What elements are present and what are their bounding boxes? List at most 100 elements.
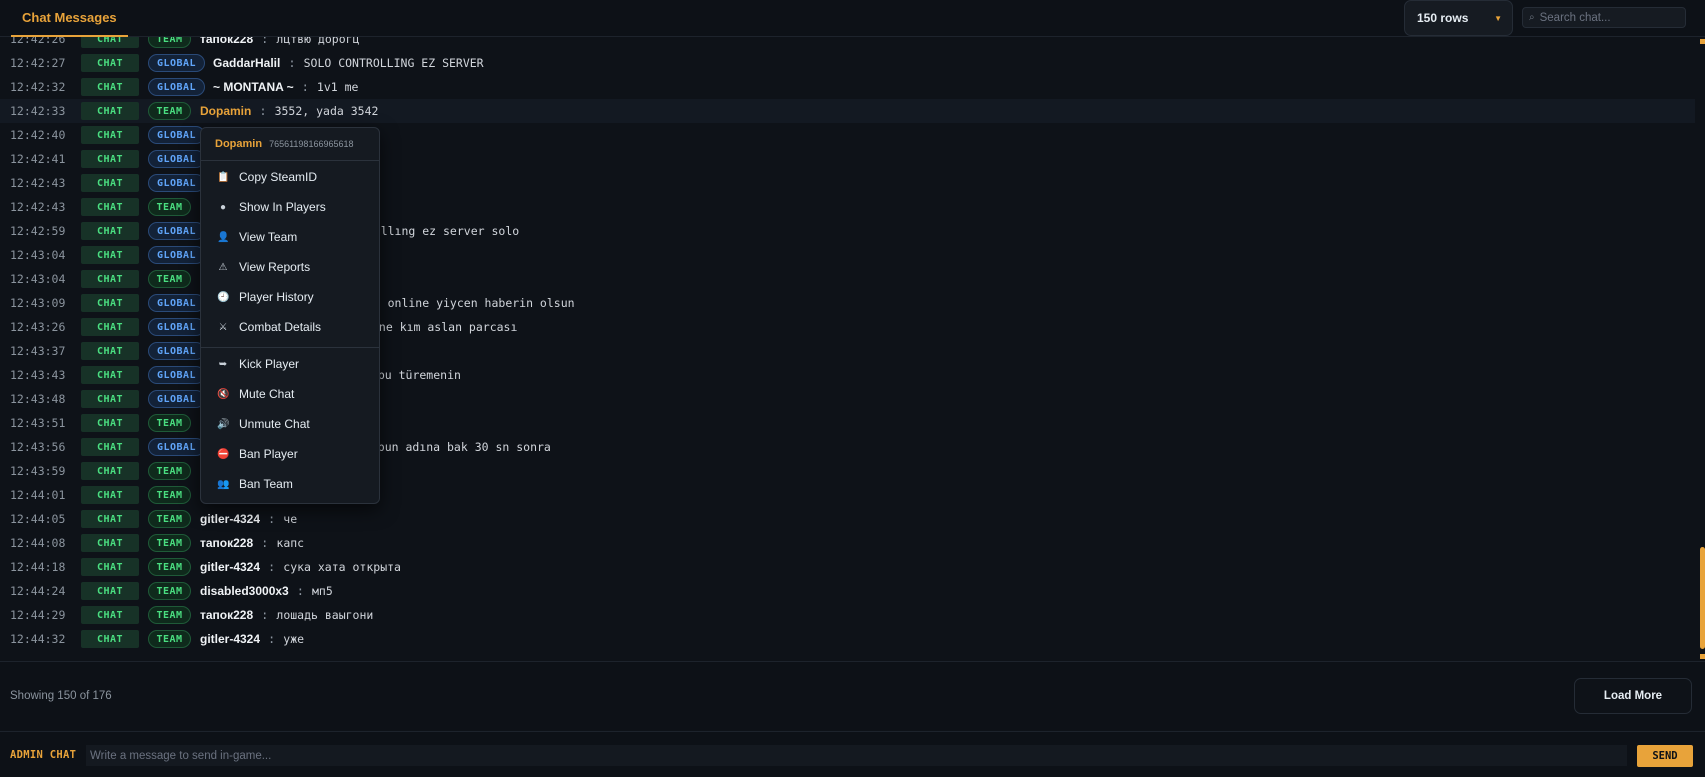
- chat-row[interactable]: 12:44:29 CHAT TEAM тапок228: лошадь ваыгони: [0, 603, 1695, 627]
- menu-item-mute-chat[interactable]: 🔇 Mute Chat: [201, 381, 379, 407]
- player-name-text: gitler-4324: [200, 632, 261, 646]
- message-time: 12:42:43: [10, 176, 66, 190]
- chat-row[interactable]: 12:42:33 CHAT TEAM Dopamin:3552, yada 3542: [0, 99, 1695, 123]
- separator: :: [268, 560, 276, 574]
- scope-badge: TEAM: [148, 534, 191, 552]
- scope-badge: TEAM: [148, 198, 191, 216]
- message-time: 12:42:41: [10, 152, 66, 166]
- context-player-name: Dopamin: [215, 138, 263, 150]
- menu-item-copy-steamid[interactable]: 📋 Copy SteamID: [201, 164, 379, 190]
- player-name[interactable]: Dopamin:3552, yada 3542: [200, 104, 378, 118]
- menu-item-kick-player[interactable]: ➥ Kick Player: [201, 351, 379, 377]
- clipboard-icon: 📋: [217, 171, 230, 183]
- player-name-text: gitler-4324: [200, 512, 261, 526]
- top-bar: Chat Messages 150 rows ▼ ⌕: [0, 0, 1705, 37]
- scroll-down-arrow[interactable]: [1700, 654, 1705, 659]
- warning-icon: ⚠: [218, 261, 228, 273]
- rows-per-page-select[interactable]: 150 rows ▼: [1404, 0, 1513, 36]
- scope-badge: TEAM: [148, 510, 191, 528]
- player-name[interactable]: тапок228: лошадь ваыгони: [200, 608, 373, 622]
- player-name[interactable]: gitler-4324: уже: [200, 632, 304, 646]
- channel-badge: CHAT: [81, 102, 139, 120]
- chat-row[interactable]: 12:42:27 CHAT GLOBAL GaddarHalil: SOLO CONTR…: [0, 51, 1695, 75]
- scope-badge: TEAM: [148, 558, 191, 576]
- scope-badge: GLOBAL: [148, 126, 205, 144]
- chat-row[interactable]: 12:44:24 CHAT TEAM disabled3000x3: мп5: [0, 579, 1695, 603]
- message-time: 12:43:09: [10, 296, 66, 310]
- search-input[interactable]: [1539, 11, 1670, 24]
- player-name[interactable]: GaddarHalil: SOLO CONTROLLING EZ SERVER: [213, 56, 484, 70]
- chat-row[interactable]: 12:44:08 CHAT TEAM тапок228: капс: [0, 531, 1695, 555]
- separator: :: [259, 104, 267, 118]
- separator: :: [261, 608, 269, 622]
- message-time: 12:44:24: [10, 584, 66, 598]
- menu-item-player-history[interactable]: 🕘 Player History: [201, 284, 379, 310]
- message-time: 12:43:43: [10, 368, 66, 382]
- menu-item-view-team[interactable]: 👤 View Team: [201, 224, 379, 250]
- message-time: 12:44:32: [10, 632, 66, 646]
- menu-item-label: Kick Player: [239, 357, 300, 371]
- message-time: 12:44:18: [10, 560, 66, 574]
- channel-badge: CHAT: [81, 486, 139, 504]
- scope-badge: TEAM: [148, 582, 191, 600]
- player-name[interactable]: disabled3000x3: мп5: [200, 584, 333, 598]
- player-name-text: ~ MONTANA ~: [213, 80, 294, 94]
- admin-message-input[interactable]: [86, 745, 1627, 766]
- mute-icon: 🔇: [217, 388, 230, 400]
- send-button[interactable]: SEND: [1637, 745, 1693, 767]
- channel-badge: CHAT: [81, 270, 139, 288]
- player-name-text: тапок228: [200, 37, 254, 46]
- channel-badge: CHAT: [81, 246, 139, 264]
- scrollbar-thumb[interactable]: [1700, 547, 1705, 649]
- tab-chat-messages[interactable]: Chat Messages: [11, 0, 128, 37]
- chat-row[interactable]: 12:42:26 CHAT TEAM тапок228: лцтвю дорогц: [0, 37, 1695, 51]
- menu-item-ban-player[interactable]: ⛔ Ban Player: [201, 441, 379, 467]
- scope-badge: GLOBAL: [148, 438, 205, 456]
- separator: :: [296, 584, 304, 598]
- message-time: 12:43:48: [10, 392, 66, 406]
- chat-row[interactable]: 12:44:18 CHAT TEAM gitler-4324: сука хата от…: [0, 555, 1695, 579]
- scope-badge: GLOBAL: [148, 78, 205, 96]
- scope-badge: GLOBAL: [148, 150, 205, 168]
- menu-item-label: View Reports: [239, 260, 311, 274]
- message-text: idan online yiycen haberin olsun: [353, 296, 575, 310]
- message-text: че: [283, 512, 298, 526]
- scope-badge: TEAM: [148, 630, 191, 648]
- player-name[interactable]: ~ MONTANA ~:1v1 me: [213, 80, 358, 94]
- menu-item-ban-team[interactable]: 👥 Ban Team: [201, 471, 379, 497]
- message-text: 3552, yada 3542: [274, 104, 379, 118]
- message-time: 12:44:05: [10, 512, 66, 526]
- message-time: 12:43:51: [10, 416, 66, 430]
- channel-badge: CHAT: [81, 462, 139, 480]
- scope-badge: GLOBAL: [148, 54, 205, 72]
- message-text: shopun adına bak 30 sn sonra: [357, 440, 551, 454]
- scroll-up-arrow[interactable]: [1700, 39, 1705, 44]
- player-name[interactable]: gitler-4324: сука хата открыта: [200, 560, 401, 574]
- channel-badge: CHAT: [81, 198, 139, 216]
- user-icon: 👤: [217, 231, 230, 243]
- menu-item-combat-details[interactable]: ⚔ Combat Details: [201, 314, 379, 340]
- scrollbar[interactable]: [1700, 37, 1705, 661]
- menu-item-unmute-chat[interactable]: 🔊 Unmute Chat: [201, 411, 379, 437]
- message-text: лошадь ваыгони: [276, 608, 374, 622]
- message-text: сука хата открыта: [283, 560, 401, 574]
- context-menu-divider: [201, 347, 379, 348]
- chat-row[interactable]: 12:44:05 CHAT TEAM gitler-4324: че: [0, 507, 1695, 531]
- chat-row[interactable]: 12:44:32 CHAT TEAM gitler-4324: уже: [0, 627, 1695, 651]
- player-name-text: gitler-4324: [200, 560, 261, 574]
- menu-item-show-in-players[interactable]: ● Show In Players: [201, 194, 379, 220]
- chat-row[interactable]: 12:42:32 CHAT GLOBAL ~ MONTANA ~:1v1 me: [0, 75, 1695, 99]
- message-time: 12:44:08: [10, 536, 66, 550]
- menu-item-view-reports[interactable]: ⚠ View Reports: [201, 254, 379, 280]
- load-more-button[interactable]: Load More: [1574, 678, 1692, 714]
- player-name[interactable]: тапок228: капс: [200, 536, 304, 550]
- player-name[interactable]: тапок228: лцтвю дорогц: [200, 37, 359, 46]
- message-time: 12:42:26: [10, 37, 66, 46]
- menu-item-label: Ban Player: [239, 447, 298, 461]
- player-name[interactable]: gitler-4324: че: [200, 512, 297, 526]
- chevron-down-icon: ▼: [1494, 14, 1502, 23]
- team-icon: 👥: [217, 478, 230, 490]
- ban-icon: ⛔: [217, 448, 230, 460]
- context-steamid: 76561198166965618: [269, 139, 354, 149]
- message-text: ine kım aslan parcası: [372, 320, 518, 334]
